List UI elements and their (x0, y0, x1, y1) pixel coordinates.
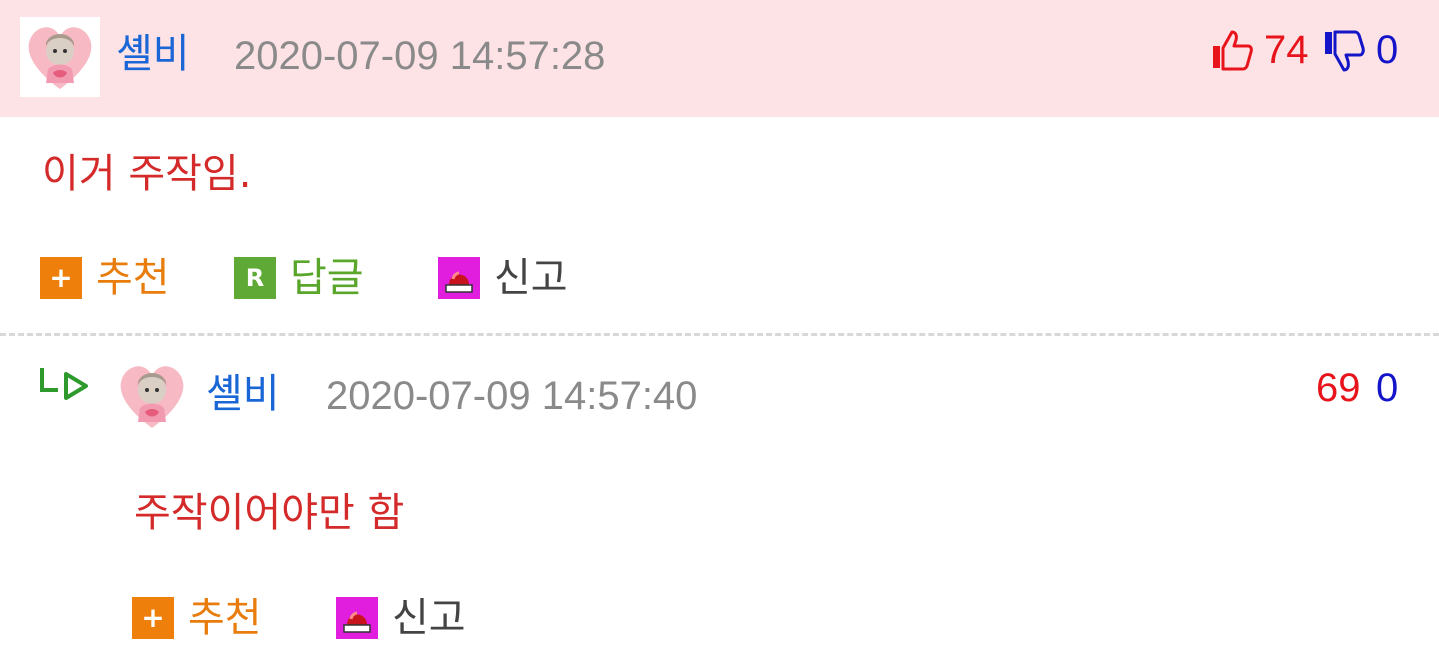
reply-timestamp: 2020-07-09 14:57:40 (326, 374, 698, 418)
siren-icon (438, 257, 480, 299)
reply-downvote-count: 0 (1376, 366, 1399, 410)
comment-downvote-count: 0 (1376, 28, 1399, 72)
thumbs-up-icon[interactable] (1210, 28, 1254, 72)
plus-icon: + (132, 597, 174, 639)
comment-timestamp: 2020-07-09 14:57:28 (234, 34, 606, 78)
reply-arrow-icon (40, 368, 88, 400)
comment-author[interactable]: 셸비 (116, 34, 190, 74)
reply-avatar[interactable] (112, 356, 192, 436)
reply-report-button[interactable]: 신고 (336, 597, 466, 639)
comment-upvote-count: 74 (1264, 28, 1309, 72)
thumbs-down-icon[interactable] (1322, 30, 1366, 74)
reply-r-icon: R (234, 257, 276, 299)
reply-upvote-count: 69 (1316, 366, 1361, 410)
recommend-button[interactable]: + 추천 (40, 257, 170, 299)
reply-label: 답글 (290, 255, 364, 301)
recommend-label: 추천 (96, 255, 170, 301)
comment-thread: 셸비 2020-07-09 14:57:28 74 0 이거 주작임. + 추천… (0, 0, 1439, 663)
recommend-label: 추천 (188, 595, 262, 641)
avatar[interactable] (20, 17, 100, 97)
siren-icon (336, 597, 378, 639)
report-label: 신고 (494, 255, 568, 301)
reply-recommend-button[interactable]: + 추천 (132, 597, 262, 639)
comment-divider (0, 333, 1439, 336)
reply-author[interactable]: 셸비 (206, 374, 280, 414)
reply-button[interactable]: R 답글 (234, 257, 364, 299)
report-label: 신고 (392, 595, 466, 641)
report-button[interactable]: 신고 (438, 257, 568, 299)
plus-icon: + (40, 257, 82, 299)
reply-text: 주작이어야만 함 (134, 490, 405, 536)
comment-text: 이거 주작임. (42, 151, 252, 197)
